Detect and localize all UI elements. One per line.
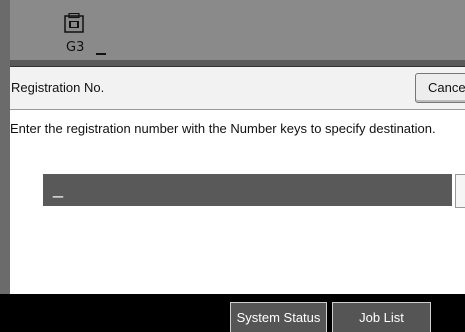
cancel-button[interactable]: Cancel bbox=[415, 73, 465, 103]
entry-side-button[interactable] bbox=[455, 174, 465, 208]
system-status-button[interactable]: System Status bbox=[230, 302, 327, 332]
registration-number-field[interactable]: _ bbox=[43, 174, 452, 206]
registration-dialog: Registration No. Cancel Enter the regist… bbox=[10, 66, 465, 295]
job-list-button[interactable]: Job List bbox=[332, 302, 431, 332]
line-indicator bbox=[96, 53, 106, 55]
line-label: G3 bbox=[66, 40, 85, 55]
footer-bar: System Status Job List bbox=[0, 294, 465, 332]
dialog-title: Registration No. bbox=[11, 80, 105, 95]
fax-line-icon bbox=[64, 13, 84, 33]
left-frame-strip bbox=[0, 0, 10, 294]
dialog-title-bar: Registration No. Cancel bbox=[10, 67, 465, 110]
instruction-text: Enter the registration number with the N… bbox=[10, 121, 436, 136]
registration-number-value: _ bbox=[53, 178, 64, 198]
background-panel bbox=[0, 0, 465, 66]
